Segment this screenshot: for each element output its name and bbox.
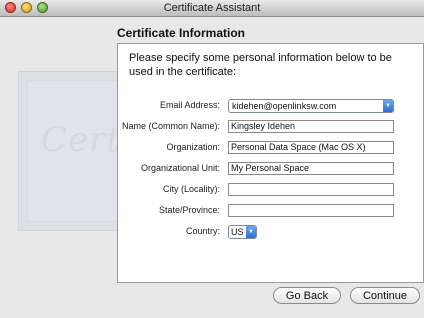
window-content: Certif Certificate Information Please sp…	[0, 17, 424, 318]
org-unit-label: Organizational Unit:	[140, 163, 220, 173]
page-heading: Certificate Information	[117, 26, 246, 40]
city-label: City (Locality):	[162, 184, 220, 194]
chevron-down-icon: ▼	[246, 226, 256, 238]
org-unit-field[interactable]: My Personal Space	[228, 162, 394, 175]
title-bar: Certificate Assistant	[0, 0, 424, 17]
common-name-label: Name (Common Name):	[121, 121, 220, 131]
country-label: Country:	[185, 226, 220, 236]
state-label: State/Province:	[158, 205, 220, 215]
form-panel: Please specify some personal information…	[117, 43, 424, 283]
country-select[interactable]: US ▼	[228, 225, 257, 239]
email-value: kidehen@openlinksw.com	[232, 101, 337, 111]
email-label: Email Address:	[159, 100, 220, 110]
city-field[interactable]	[228, 183, 394, 196]
organization-field[interactable]: Personal Data Space (Mac OS X)	[228, 141, 394, 154]
chevron-down-icon: ▼	[383, 100, 393, 112]
window-title: Certificate Assistant	[163, 2, 261, 14]
common-name-field[interactable]: Kingsley Idehen	[228, 120, 394, 133]
organization-label: Organization:	[166, 142, 220, 152]
continue-button[interactable]: Continue	[350, 287, 420, 304]
email-select[interactable]: kidehen@openlinksw.com ▼	[228, 99, 394, 113]
state-field[interactable]	[228, 204, 394, 217]
intro-text: Please specify some personal information…	[129, 52, 392, 78]
go-back-button[interactable]: Go Back	[273, 287, 341, 304]
country-value: US	[231, 227, 244, 237]
